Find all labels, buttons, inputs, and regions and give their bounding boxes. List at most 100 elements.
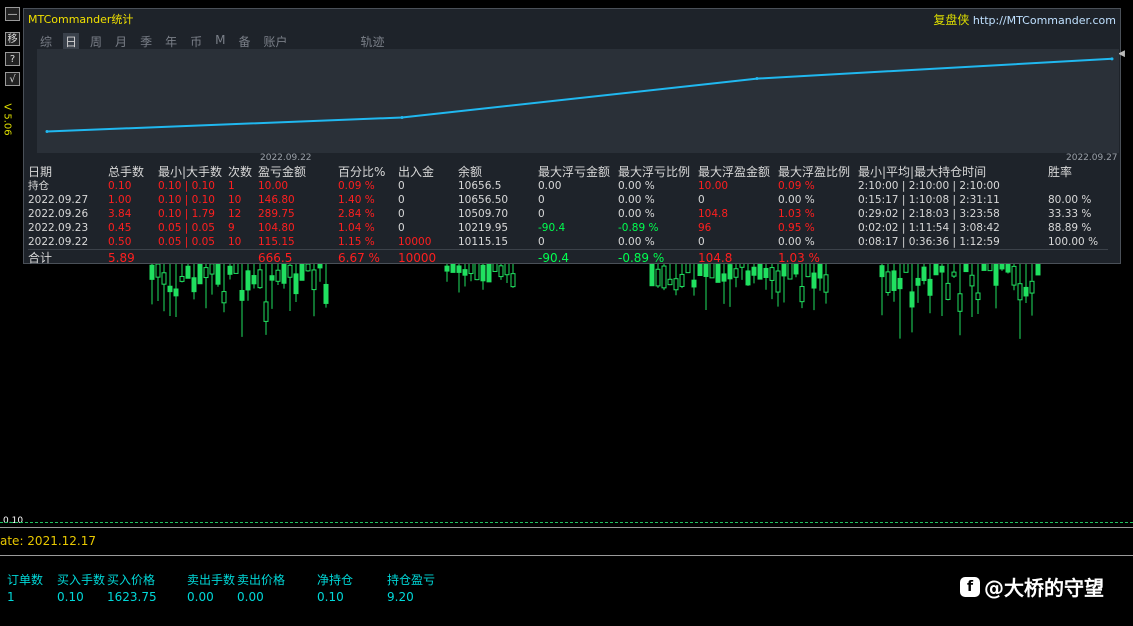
candle-body-87 bbox=[969, 274, 975, 287]
position-col-buy-price: 买入价格 1623.75 bbox=[107, 573, 157, 604]
candle-body-61 bbox=[763, 267, 769, 278]
position-col-net: 净持仓 0.10 bbox=[317, 573, 354, 604]
confirm-button[interactable]: √ bbox=[5, 72, 20, 86]
candle-body-51 bbox=[703, 262, 709, 277]
candle-body-71 bbox=[823, 274, 829, 293]
candle-body-88 bbox=[975, 292, 981, 301]
weibo-logo-icon: f bbox=[960, 576, 980, 597]
candle-body-74 bbox=[891, 270, 897, 291]
candle-body-96 bbox=[1023, 286, 1029, 297]
balance-line-chart bbox=[37, 49, 1119, 153]
candle-body-11 bbox=[215, 263, 221, 285]
candle-body-66 bbox=[793, 263, 799, 275]
candle-body-67 bbox=[799, 286, 805, 303]
separator-line bbox=[0, 555, 1133, 556]
candle-body-8 bbox=[197, 261, 203, 285]
candle-body-47 bbox=[679, 273, 685, 287]
candle-body-5 bbox=[179, 275, 185, 282]
candle-body-16 bbox=[245, 270, 251, 291]
balance-point-1 bbox=[400, 115, 404, 119]
price-level-label: 0.10 bbox=[3, 516, 24, 526]
candle-body-13 bbox=[227, 265, 233, 275]
tab-track[interactable]: 轨迹 bbox=[359, 33, 387, 50]
balance-point-3 bbox=[1110, 57, 1114, 61]
tab-summary[interactable]: 综 bbox=[38, 33, 54, 50]
candle-body-23 bbox=[287, 264, 293, 278]
candle-body-3 bbox=[167, 285, 173, 293]
tab-notes[interactable]: 备 bbox=[236, 33, 252, 50]
candle-body-36 bbox=[480, 264, 486, 282]
candle-body-54 bbox=[721, 273, 727, 282]
tab-account[interactable]: 账户 bbox=[261, 33, 289, 50]
candle-body-84 bbox=[951, 271, 957, 277]
tab-currency[interactable]: 币 bbox=[188, 33, 204, 50]
position-col-sell-lots: 卖出手数 0.00 bbox=[187, 573, 236, 604]
candle-body-43 bbox=[655, 268, 661, 287]
minimize-button[interactable]: — bbox=[5, 7, 20, 21]
candle-body-95 bbox=[1017, 283, 1023, 301]
tab-day[interactable]: 日 bbox=[63, 33, 80, 50]
table-row[interactable]: 2022.09.23 0.45 0.05 | 0.05 9 104.80 1.04 % 0… bbox=[28, 221, 1108, 235]
tab-quarter[interactable]: 季 bbox=[138, 33, 154, 50]
table-header: 日期 总手数 最小|大手数 次数 盈亏金额 百分比% 出入金 余额 最大浮亏金额 最大浮亏比例… bbox=[28, 165, 1073, 179]
candle-body-64 bbox=[781, 264, 787, 277]
balance-series-line bbox=[46, 57, 1113, 133]
tab-bar: 综 日 周 月 季 年 币 M 备 账户 轨迹 bbox=[38, 33, 396, 50]
candle-body-45 bbox=[667, 278, 673, 286]
x-tick-end: 2022.09.27 bbox=[1066, 153, 1118, 163]
tab-m[interactable]: M bbox=[213, 33, 227, 50]
candle-body-6 bbox=[185, 265, 191, 279]
candle-body-78 bbox=[915, 277, 921, 286]
table-row[interactable]: 2022.09.26 3.84 0.10 | 1.79 12 289.75 2.84 %… bbox=[28, 207, 1108, 221]
candle-body-80 bbox=[927, 278, 933, 296]
separator-line bbox=[0, 527, 1133, 528]
balance-point-2 bbox=[755, 77, 759, 81]
price-level-line bbox=[0, 522, 1133, 523]
candle-body-59 bbox=[751, 266, 757, 276]
candle-body-20 bbox=[269, 275, 275, 281]
balance-point-0 bbox=[45, 130, 49, 134]
tab-year[interactable]: 年 bbox=[163, 33, 179, 50]
candle-body-12 bbox=[221, 291, 227, 304]
candle-body-26 bbox=[305, 263, 311, 272]
candle-body-19 bbox=[263, 301, 269, 322]
candle-body-1 bbox=[155, 263, 161, 278]
candle-body-21 bbox=[275, 269, 281, 282]
candle-body-58 bbox=[745, 270, 751, 286]
stats-window: MTCommander统计 复盘侠 http://MTCommander.com… bbox=[23, 8, 1125, 265]
window-title: MTCommander统计 bbox=[28, 13, 134, 26]
help-button[interactable]: ? bbox=[5, 52, 20, 66]
candle-body-22 bbox=[281, 261, 287, 284]
candle-body-55 bbox=[727, 264, 733, 280]
tab-month[interactable]: 月 bbox=[113, 33, 129, 50]
position-col-buy-lots: 买入手数 0.10 bbox=[57, 573, 106, 604]
x-tick-start: 2022.09.22 bbox=[260, 153, 312, 163]
candle-body-56 bbox=[733, 268, 739, 278]
table-row[interactable]: 2022.09.27 1.00 0.10 | 0.10 10 146.80 1.40 %… bbox=[28, 193, 1108, 207]
candle-body-42 bbox=[649, 263, 655, 287]
candle-body-46 bbox=[673, 278, 679, 291]
candle-body-30 bbox=[444, 265, 450, 272]
table-row[interactable]: 持仓 0.10 0.10 | 0.10 1 10.00 0.09 % 0 10656.5 0… bbox=[28, 179, 1108, 193]
candle-body-69 bbox=[811, 272, 817, 289]
candle-body-15 bbox=[239, 289, 245, 301]
position-col-orders: 订单数 1 bbox=[7, 573, 44, 604]
candle-body-75 bbox=[897, 277, 903, 290]
candle-body-77 bbox=[909, 291, 915, 308]
candle-body-27 bbox=[311, 269, 317, 291]
watermark: f @大桥的守望 bbox=[960, 572, 1104, 601]
candle-body-82 bbox=[939, 265, 945, 273]
candle-body-53 bbox=[715, 261, 721, 283]
position-col-sell-price: 卖出价格 0.00 bbox=[237, 573, 286, 604]
move-button[interactable]: 移 bbox=[5, 32, 20, 46]
tab-week[interactable]: 周 bbox=[88, 33, 104, 50]
table-row[interactable]: 2022.09.22 0.50 0.05 | 0.05 10 115.15 1.15 %… bbox=[28, 235, 1108, 250]
candle-body-41 bbox=[510, 273, 516, 288]
candle-body-24 bbox=[293, 273, 299, 295]
candle-body-2 bbox=[161, 272, 167, 285]
candle-body-70 bbox=[817, 263, 823, 279]
stats-table: 日期 总手数 最小|大手数 次数 盈亏金额 百分比% 出入金 余额 最大浮亏金额 最大浮亏比例… bbox=[28, 165, 1108, 265]
position-col-pnl: 持仓盈亏 9.20 bbox=[387, 573, 436, 604]
scroll-arrow-icon[interactable]: ◀ bbox=[1118, 49, 1125, 59]
site-link[interactable]: 复盘侠 http://MTCommander.com bbox=[933, 11, 1116, 28]
